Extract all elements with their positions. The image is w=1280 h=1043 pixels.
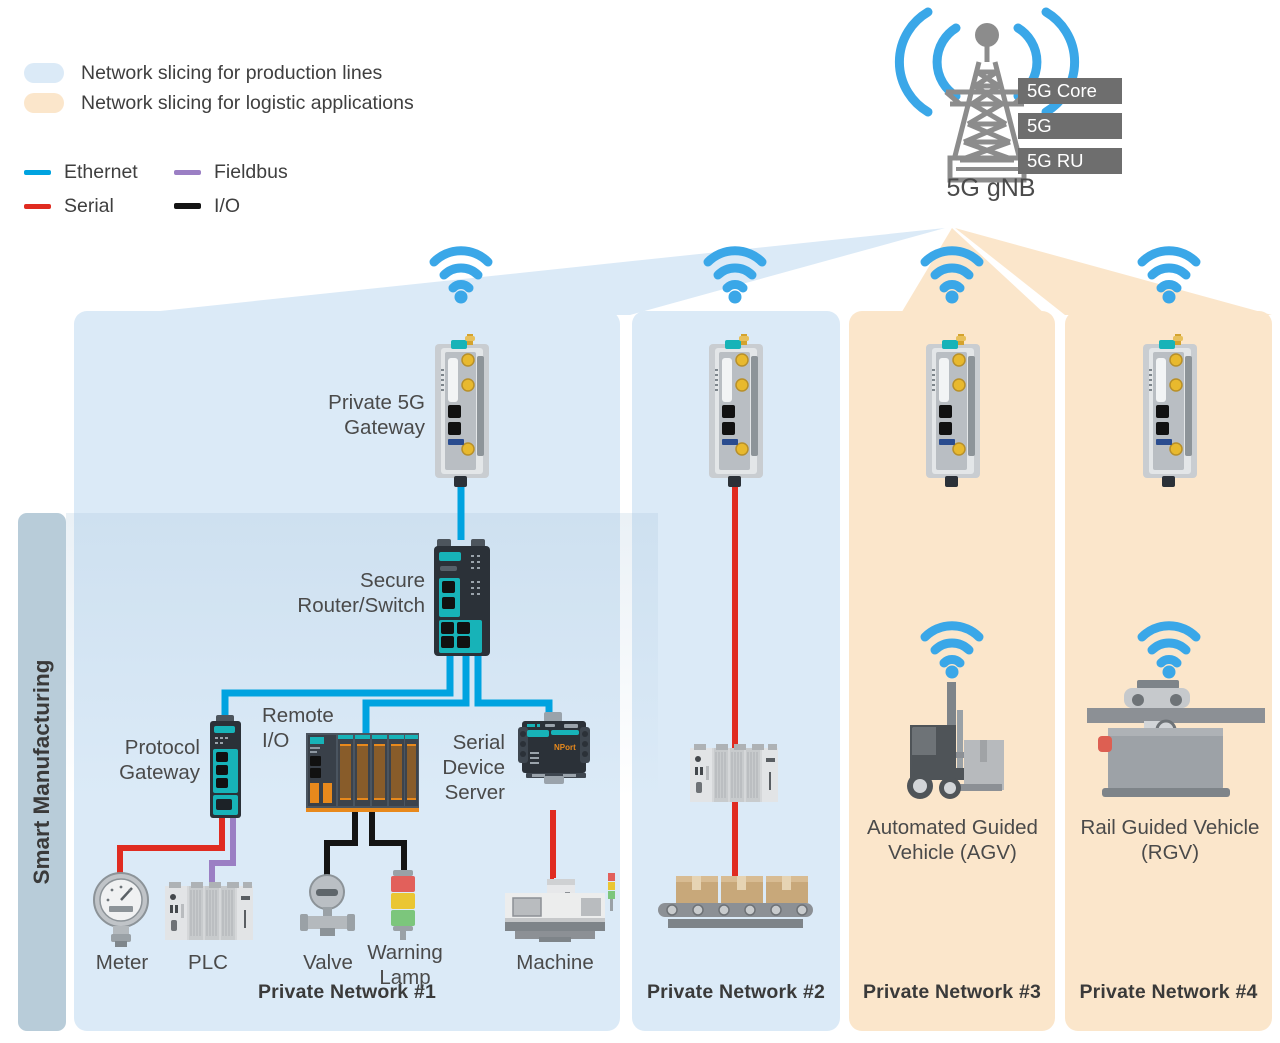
beam-to-panel-2 <box>430 228 945 315</box>
label-secure-router-switch: Secure Router/Switch <box>297 569 425 617</box>
tower-top-ball <box>975 23 999 47</box>
label-private-5g-gateway: Private 5G Gateway <box>328 391 425 439</box>
label-valve: Valve <box>303 951 353 974</box>
label-remote-io: Remote I/O <box>262 704 334 752</box>
device-secure-router-switch[interactable] <box>431 535 493 660</box>
ethernet-line-icon <box>24 169 51 175</box>
device-machine[interactable] <box>495 865 615 945</box>
panel-2-label: Private Network #2 <box>646 981 826 1003</box>
wifi-icon-panel-4 <box>1137 246 1201 304</box>
device-rgv[interactable] <box>1082 680 1265 810</box>
device-meter[interactable] <box>92 872 152 947</box>
beam-to-panel-3 <box>900 228 1046 315</box>
device-private-5g-gateway-3[interactable] <box>922 334 984 487</box>
label-serial-device-server: Serial Device Server <box>442 731 505 804</box>
legend-item-io: I/O <box>174 189 324 223</box>
legend-label-fieldbus: Fieldbus <box>214 160 288 183</box>
device-plc-panel2[interactable] <box>688 742 780 804</box>
legend-row-production: Network slicing for production lines <box>24 58 464 88</box>
fieldbus-line-icon <box>174 169 201 175</box>
legend-link-types: Ethernet Fieldbus Serial I/O <box>24 155 354 223</box>
legend-item-ethernet: Ethernet <box>24 155 174 189</box>
conveyor-boxes <box>676 876 808 903</box>
label-rgv: Rail Guided Vehicle (RGV) <box>1080 816 1260 864</box>
legend-label-io: I/O <box>214 194 241 217</box>
serial-line-icon <box>24 203 51 209</box>
device-valve[interactable] <box>300 872 356 938</box>
device-protocol-gateway[interactable] <box>208 715 244 820</box>
wifi-icon-panel-3 <box>920 246 984 304</box>
legend-item-fieldbus: Fieldbus <box>174 155 324 189</box>
badge-5g-ducu: 5G DU/CU <box>1018 113 1122 162</box>
device-agv[interactable] <box>890 680 1020 810</box>
device-private-5g-gateway-2[interactable] <box>705 334 767 487</box>
device-private-5g-gateway-4[interactable] <box>1139 334 1201 487</box>
label-machine: Machine <box>516 951 594 974</box>
label-agv: Automated Guided Vehicle (AGV) <box>867 816 1038 864</box>
svg-text:NPort: NPort <box>554 743 576 752</box>
legend-network-slices: Network slicing for production lines Net… <box>24 58 464 118</box>
label-protocol-gateway: Protocol Gateway <box>119 736 200 784</box>
wifi-icon-panel-2 <box>703 246 767 304</box>
beam-to-panel-4 <box>955 228 1272 315</box>
beam-to-panel-1 <box>122 228 945 315</box>
panel-4-label: Private Network #4 <box>1079 981 1258 1003</box>
smart-manufacturing-band: Smart Manufacturing <box>18 513 66 1031</box>
5g-gnb-group: 5G Core 5G DU/CU 5G RU 5G gNB <box>880 0 1180 215</box>
smart-manufacturing-label: Smart Manufacturing <box>29 659 54 885</box>
legend-label-ethernet: Ethernet <box>64 160 138 183</box>
legend-label-production: Network slicing for production lines <box>81 61 383 84</box>
label-meter: Meter <box>95 951 149 974</box>
legend-label-logistic: Network slicing for logistic application… <box>81 91 414 114</box>
label-plc: PLC <box>188 951 228 974</box>
legend-row-logistic: Network slicing for logistic application… <box>24 88 464 118</box>
label-warning-lamp: Warning Lamp <box>367 941 443 989</box>
device-plc[interactable] <box>163 880 255 942</box>
device-serial-device-server[interactable]: NPort <box>518 712 590 812</box>
badge-5g-core: 5G Core <box>1018 78 1122 104</box>
tower-caption: 5G gNB <box>946 174 1036 202</box>
panel-3-label: Private Network #3 <box>862 981 1042 1003</box>
legend-label-serial: Serial <box>64 194 114 217</box>
legend-item-serial: Serial <box>24 189 174 223</box>
device-conveyor[interactable] <box>658 873 813 928</box>
badge-5g-ru: 5G RU <box>1018 148 1122 174</box>
device-private-5g-gateway-1[interactable] <box>431 334 493 487</box>
io-line-icon <box>174 203 201 209</box>
device-warning-lamp[interactable] <box>386 870 422 940</box>
slice-chip-blue-icon <box>24 63 64 83</box>
slice-chip-orange-icon <box>24 93 64 113</box>
wifi-icon-panel-1 <box>429 246 493 304</box>
